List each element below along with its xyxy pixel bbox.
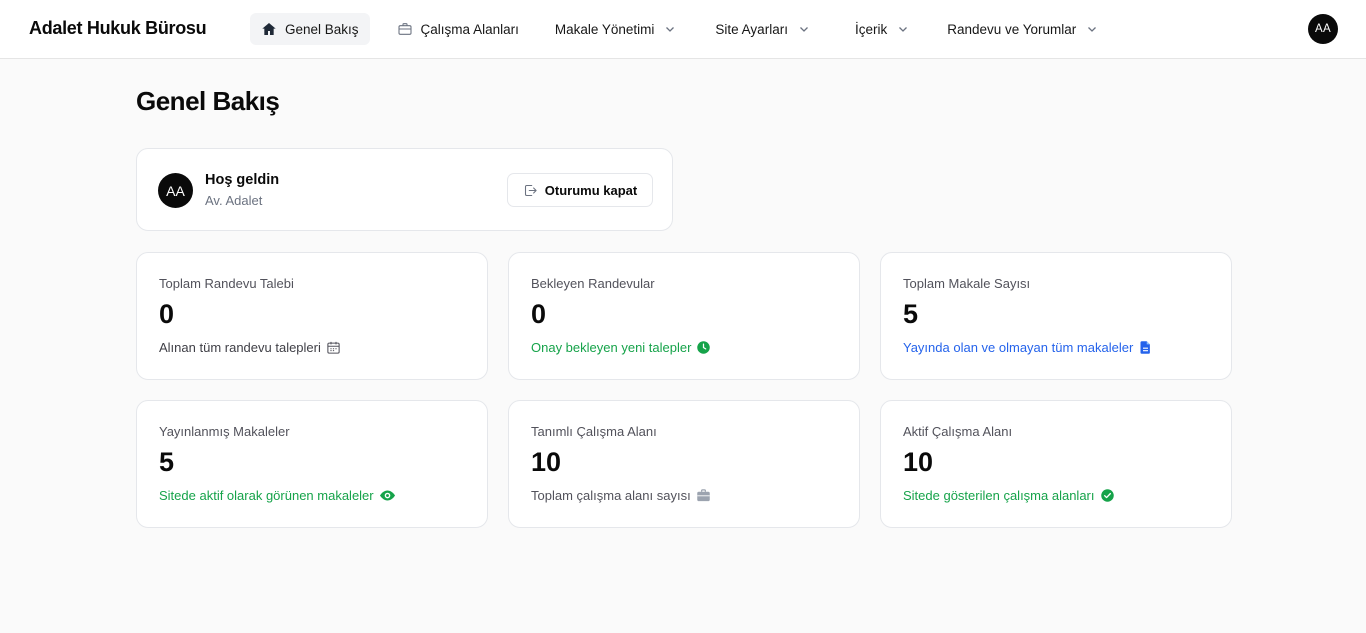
stat-value: 5: [159, 447, 175, 477]
stat-description: Yayında olan ve olmayan tüm makaleler: [903, 340, 1153, 355]
stat-label: Toplam Randevu Talebi: [159, 276, 294, 291]
stat-value: 10: [531, 447, 562, 477]
chevron-down-icon: [664, 23, 676, 35]
nav-item-label: Çalışma Alanları: [420, 21, 519, 37]
chevron-down-icon: [897, 23, 909, 35]
chevron-down-icon: [798, 23, 810, 35]
check-circle-icon: [1100, 488, 1115, 503]
nav-item-makale-yonetimi[interactable]: Makale Yönetimi: [544, 13, 688, 45]
stat-label: Tanımlı Çalışma Alanı: [531, 424, 657, 439]
calendar-icon: [326, 340, 341, 355]
stat-description: Toplam çalışma alanı sayısı: [531, 488, 711, 503]
stat-description-text: Sitede aktif olarak görünen makaleler: [159, 488, 374, 503]
logout-icon: [523, 183, 538, 198]
stat-card-active-practice-areas: Aktif Çalışma Alanı 10 Sitede gösterilen…: [880, 400, 1232, 528]
welcome-greeting: Hoş geldin: [205, 172, 280, 188]
stat-description-text: Yayında olan ve olmayan tüm makaleler: [903, 340, 1134, 355]
user-name: Av. Adalet: [205, 193, 263, 208]
chevron-down-icon: [1086, 23, 1098, 35]
stat-description: Sitede aktif olarak görünen makaleler: [159, 488, 396, 503]
stat-description-text: Onay bekleyen yeni talepler: [531, 340, 692, 355]
stat-label: Yayınlanmış Makaleler: [159, 424, 290, 439]
nav-item-label: Randevu ve Yorumlar: [947, 21, 1077, 37]
welcome-card: AA Hoş geldin Av. Adalet Oturumu kapat: [136, 148, 673, 231]
avatar: AA: [158, 173, 193, 208]
briefcase-icon: [696, 488, 711, 503]
document-icon: [1138, 340, 1153, 355]
stat-card-total-appointments: Toplam Randevu Talebi 0 Alınan tüm rande…: [136, 252, 488, 380]
stat-description: Onay bekleyen yeni talepler: [531, 340, 711, 355]
stat-label: Toplam Makale Sayısı: [903, 276, 1031, 291]
page-title: Genel Bakış: [136, 86, 280, 116]
nav-item-calisma-alanlari[interactable]: Çalışma Alanları: [386, 13, 530, 45]
nav-item-label: Site Ayarları: [715, 21, 788, 37]
stat-label: Aktif Çalışma Alanı: [903, 424, 1013, 439]
stat-description-text: Alınan tüm randevu talepleri: [159, 340, 321, 355]
stat-label: Bekleyen Randevular: [531, 276, 655, 291]
stat-card-total-articles: Toplam Makale Sayısı 5 Yayında olan ve o…: [880, 252, 1232, 380]
stat-description: Sitede gösterilen çalışma alanları: [903, 488, 1115, 503]
logout-button[interactable]: Oturumu kapat: [507, 173, 653, 207]
nav-item-randevu-ve-yorumlar[interactable]: Randevu ve Yorumlar: [936, 13, 1109, 45]
eye-icon: [379, 488, 396, 503]
logout-label: Oturumu kapat: [544, 182, 638, 198]
main-nav: Genel Bakış Çalışma Alanları Makale Yöne…: [250, 13, 1109, 45]
user-avatar-button[interactable]: AA: [1308, 14, 1338, 44]
stat-description: Alınan tüm randevu talepleri: [159, 340, 341, 355]
stat-value: 5: [903, 299, 919, 329]
stat-description-text: Toplam çalışma alanı sayısı: [531, 488, 691, 503]
nav-item-label: Makale Yönetimi: [554, 21, 655, 37]
stat-card-pending-appointments: Bekleyen Randevular 0 Onay bekleyen yeni…: [508, 252, 860, 380]
stat-card-published-articles: Yayınlanmış Makaleler 5 Sitede aktif ola…: [136, 400, 488, 528]
home-icon: [261, 21, 277, 37]
nav-item-label: İçerik: [854, 21, 888, 37]
nav-item-genel-bakis[interactable]: Genel Bakış: [250, 13, 370, 45]
nav-item-site-ayarlari[interactable]: Site Ayarları: [704, 13, 821, 45]
brand-logo-text[interactable]: Adalet Hukuk Bürosu: [29, 18, 207, 39]
nav-item-icerik[interactable]: İçerik: [844, 13, 920, 45]
stat-value: 0: [159, 299, 175, 329]
nav-item-label: Genel Bakış: [285, 21, 359, 37]
clock-icon: [696, 340, 711, 355]
briefcase-icon: [397, 21, 413, 37]
stat-description-text: Sitede gösterilen çalışma alanları: [903, 488, 1095, 503]
top-navbar: Adalet Hukuk Bürosu Genel Bakış Çalışma …: [0, 0, 1366, 59]
stat-value: 10: [903, 447, 934, 477]
stat-value: 0: [531, 299, 547, 329]
stat-card-defined-practice-areas: Tanımlı Çalışma Alanı 10 Toplam çalışma …: [508, 400, 860, 528]
